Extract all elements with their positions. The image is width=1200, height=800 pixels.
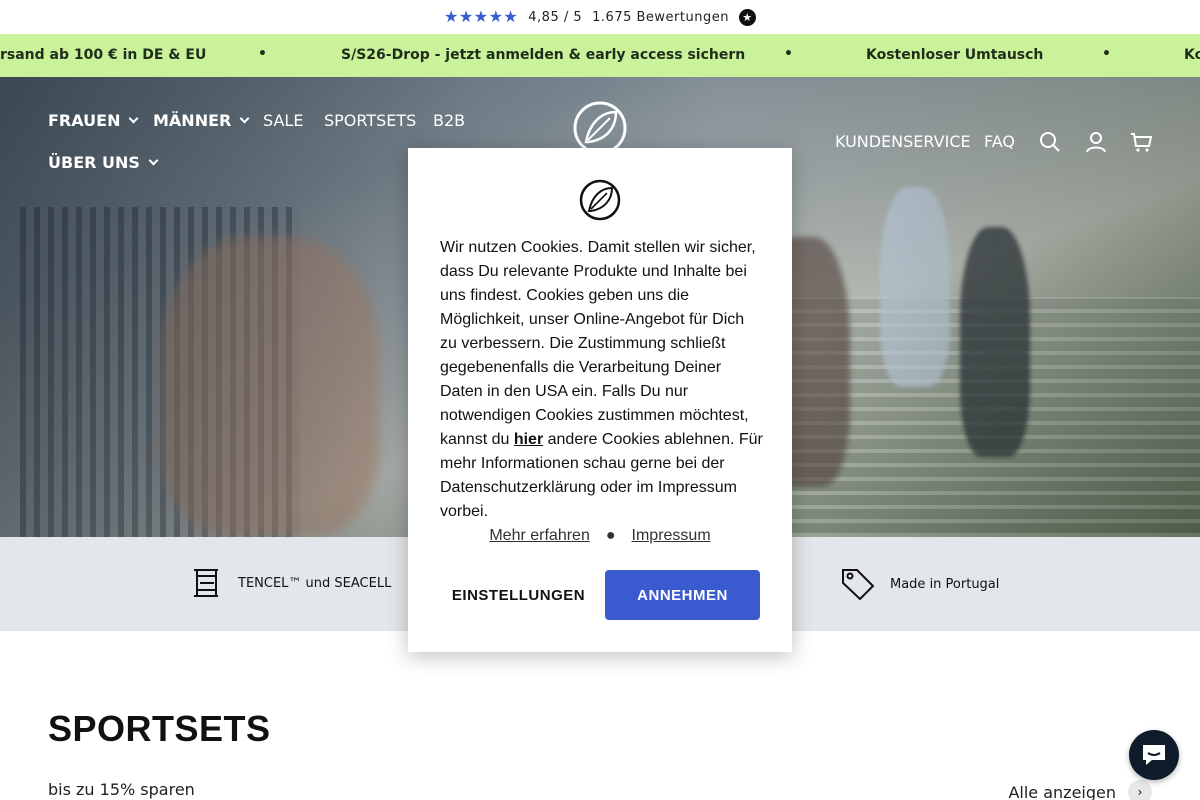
learn-more-link[interactable]: Mehr erfahren	[489, 527, 590, 545]
chat-icon	[1143, 745, 1165, 765]
nav-faq[interactable]: FAQ	[984, 132, 1015, 151]
nav-maenner[interactable]: MÄNNER	[153, 111, 250, 130]
cookie-settings-button[interactable]: EINSTELLUNGEN	[440, 570, 597, 620]
feature-label: TENCEL™ und SEACELL	[238, 575, 392, 591]
feature-item: TENCEL™ und SEACELL	[190, 566, 391, 600]
cookie-text-part: Wir nutzen Cookies. Damit stellen wir si…	[440, 239, 756, 448]
announcement-separator: •	[258, 46, 267, 62]
feature-item: Made in Portugal	[840, 566, 999, 602]
rating-score: 4,85 / 5	[528, 9, 583, 25]
nav-sale-label: SALE	[263, 111, 304, 130]
chevron-down-icon	[148, 155, 159, 166]
chevron-down-icon	[239, 113, 250, 124]
announcement-separator: •	[1102, 46, 1111, 62]
rating-count: 1.675 Bewertungen	[592, 9, 729, 25]
nav-kundenservice-label: KUNDENSERVICE	[835, 132, 971, 151]
nav-ueber-uns-label: ÜBER UNS	[48, 153, 140, 172]
search-icon[interactable]	[1039, 131, 1061, 153]
nav-maenner-label: MÄNNER	[153, 111, 232, 130]
nav-frauen[interactable]: FRAUEN	[48, 111, 139, 130]
brand-logo-icon	[579, 179, 621, 221]
announcement-message: rsand ab 100 € in DE & EU	[0, 47, 207, 63]
announcement-message: Ko	[1184, 47, 1200, 63]
rating-bar[interactable]: ★★★★★ 4,85 / 5 1.675 Bewertungen ★	[0, 0, 1200, 34]
nav-sportsets[interactable]: SPORTSETS	[324, 111, 416, 130]
trusted-shops-badge-icon[interactable]: ★	[738, 8, 756, 26]
reject-cookies-link[interactable]: hier	[514, 431, 543, 448]
chevron-down-icon	[129, 113, 139, 124]
nav-frauen-label: FRAUEN	[48, 111, 121, 130]
see-all-link[interactable]: Alle anzeigen ›	[1008, 780, 1152, 800]
cookie-consent-text: Wir nutzen Cookies. Damit stellen wir si…	[440, 236, 764, 524]
link-separator: ●	[605, 527, 616, 544]
feature-label: Made in Portugal	[890, 576, 1000, 592]
announcement-message: Kostenloser Umtausch	[866, 47, 1044, 63]
cookie-consent-modal: Wir nutzen Cookies. Damit stellen wir si…	[408, 148, 792, 652]
nav-b2b-label: B2B	[433, 111, 466, 130]
rating-stars: ★★★★★	[444, 7, 519, 26]
tag-icon	[842, 569, 875, 601]
nav-faq-label: FAQ	[984, 132, 1015, 151]
cookie-accept-button[interactable]: ANNEHMEN	[605, 570, 760, 620]
nav-sale[interactable]: SALE	[263, 111, 303, 130]
cart-icon[interactable]	[1130, 131, 1152, 153]
announcement-message[interactable]: S/S26-Drop - jetzt anmelden & early acce…	[341, 47, 745, 63]
cookie-links: Mehr erfahren ● Impressum	[408, 527, 792, 545]
announcement-separator: •	[784, 46, 793, 62]
nav-sportsets-label: SPORTSETS	[324, 111, 417, 130]
see-all-label: Alle anzeigen	[1008, 782, 1116, 800]
nav-ueber-uns[interactable]: ÜBER UNS	[48, 153, 159, 172]
nav-b2b[interactable]: B2B	[433, 111, 465, 130]
account-icon[interactable]	[1085, 131, 1107, 153]
section-subtitle: bis zu 15% sparen	[48, 780, 195, 799]
nav-kundenservice[interactable]: KUNDENSERVICE	[835, 132, 971, 151]
chat-button[interactable]	[1129, 730, 1179, 780]
section-title: SPORTSETS	[48, 708, 271, 749]
fabric-roll-icon	[194, 569, 218, 597]
imprint-link[interactable]: Impressum	[632, 527, 711, 545]
announcement-bar: rsand ab 100 € in DE & EU • S/S26-Drop -…	[0, 34, 1200, 77]
chevron-right-icon: ›	[1128, 780, 1152, 800]
